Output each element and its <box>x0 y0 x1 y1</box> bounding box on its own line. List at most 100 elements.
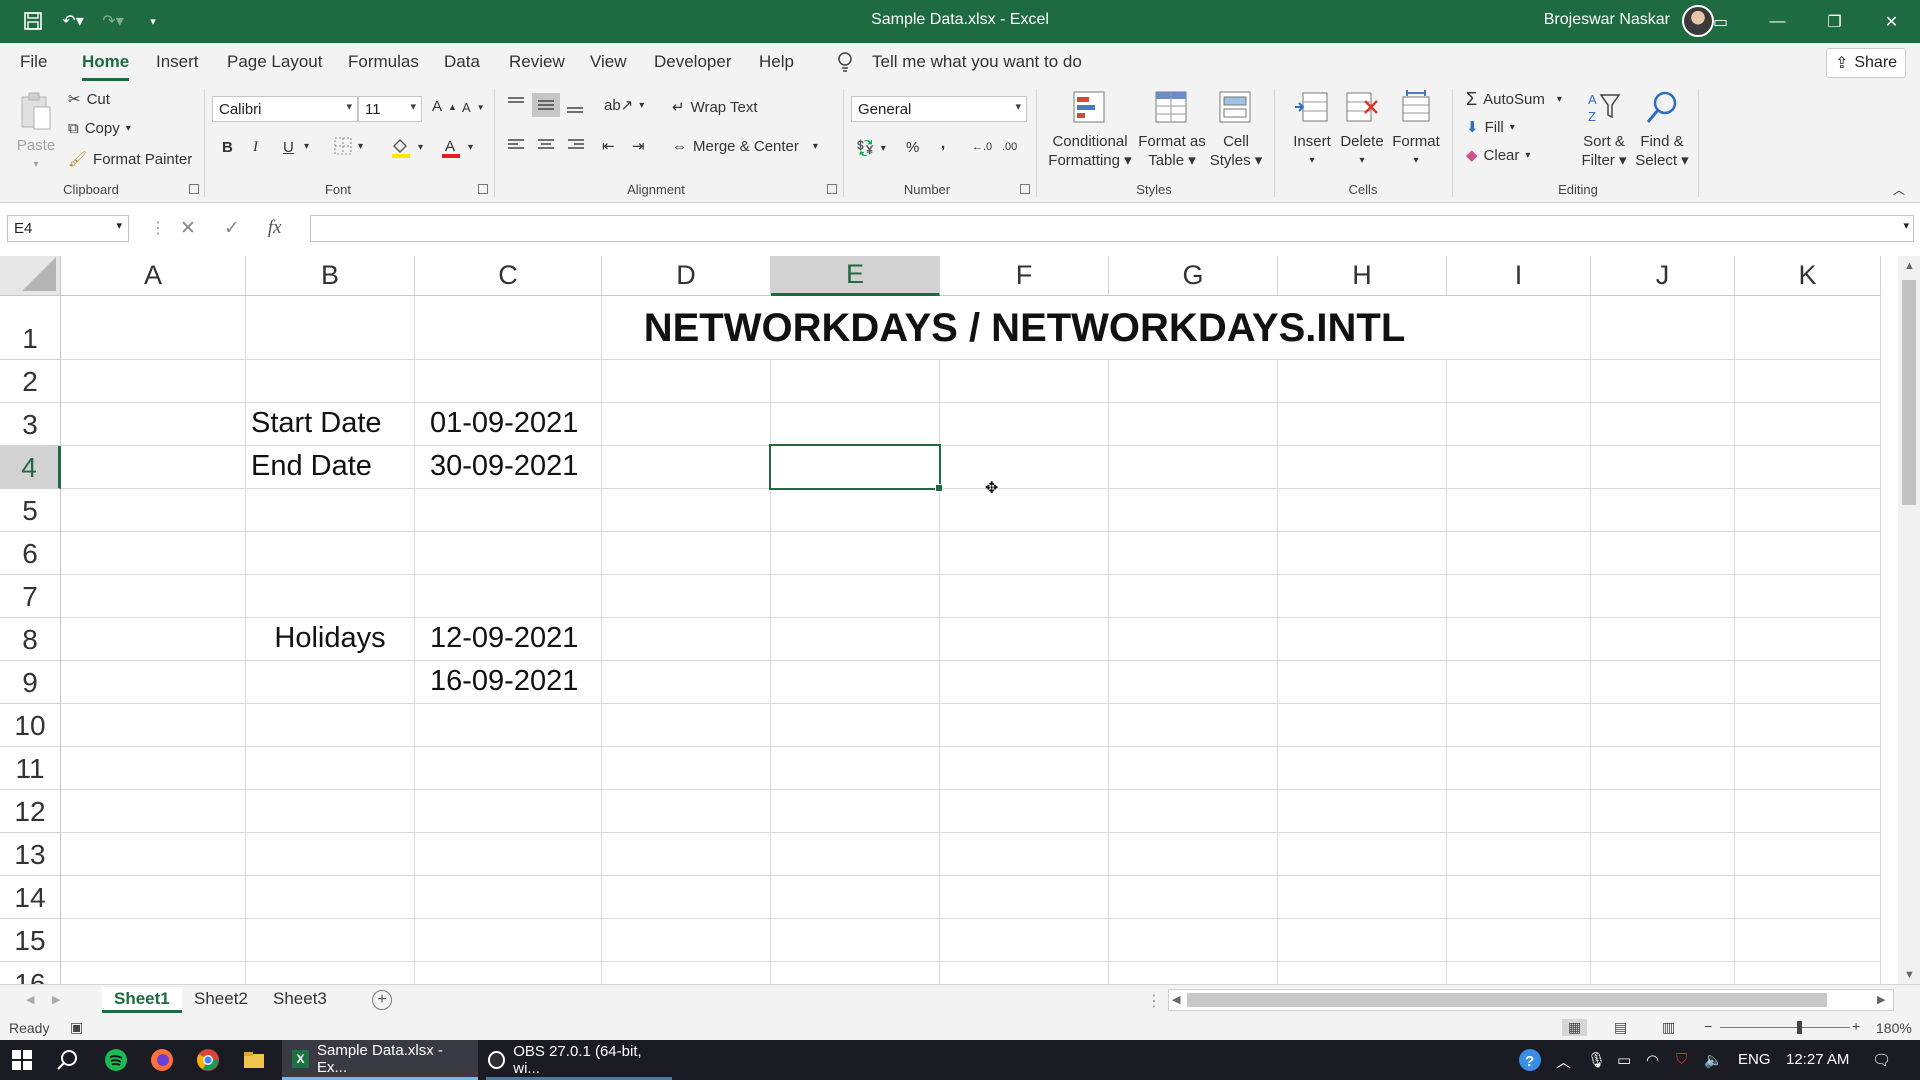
expand-formula-bar-icon[interactable]: ▾ <box>1903 219 1909 232</box>
underline-dropdown-icon[interactable]: ▾ <box>304 141 309 152</box>
tab-help[interactable]: Help <box>759 52 794 72</box>
prev-sheet-icon[interactable]: ◀ <box>26 993 34 1006</box>
restore-icon[interactable]: ❐ <box>1806 0 1863 43</box>
format-as-table-button[interactable]: Format as Table ▾ <box>1134 89 1210 170</box>
language-indicator[interactable]: ENG <box>1738 1051 1771 1068</box>
column-header-h[interactable]: H <box>1278 256 1447 296</box>
formula-input[interactable]: ▾ <box>310 215 1914 242</box>
clipboard-launcher-icon[interactable] <box>189 184 199 194</box>
align-middle-button[interactable] <box>532 93 560 117</box>
tab-formulas[interactable]: Formulas <box>348 52 419 72</box>
orientation-button[interactable]: ab↗ ▾ <box>604 96 644 114</box>
column-header-k[interactable]: K <box>1735 256 1881 296</box>
show-hidden-icons-icon[interactable]: ︿ <box>1556 1051 1571 1072</box>
search-icon[interactable] <box>56 1048 80 1072</box>
wrap-text-button[interactable]: ↵ Wrap Text <box>672 98 758 117</box>
cell-c8[interactable]: 12-09-2021 <box>430 622 578 655</box>
format-cells-button[interactable]: Format ▾ <box>1388 89 1444 170</box>
decrease-decimal-button[interactable]: .00 <box>1002 141 1017 153</box>
row-header-6[interactable]: 6 <box>0 532 61 575</box>
row-header-4[interactable]: 4 <box>0 446 61 489</box>
borders-button[interactable]: ▾ <box>334 137 363 155</box>
collapse-ribbon-icon[interactable]: ︿ <box>1893 181 1905 198</box>
italic-button[interactable]: I <box>253 139 258 156</box>
cell-b4[interactable]: End Date <box>251 450 372 483</box>
shrink-font-button[interactable]: A ▼ <box>462 100 485 115</box>
ribbon-display-icon[interactable]: ▭ <box>1692 0 1749 43</box>
row-header-13[interactable]: 13 <box>0 833 61 876</box>
comma-button[interactable]: , <box>941 135 945 152</box>
insert-cells-button[interactable]: Insert ▾ <box>1282 89 1342 170</box>
scroll-up-icon[interactable]: ▲ <box>1904 260 1915 272</box>
align-center-button[interactable] <box>536 137 556 153</box>
row-header-8[interactable]: 8 <box>0 618 61 661</box>
autosum-button[interactable]: Σ AutoSum ▾ <box>1466 89 1562 110</box>
copy-button[interactable]: ⧉ Copy ▾ <box>68 120 131 137</box>
macro-recorder-icon[interactable]: ▣ <box>70 1019 83 1036</box>
column-header-e[interactable]: E <box>771 256 940 296</box>
row-header-1[interactable]: 1 <box>0 296 61 360</box>
font-name-select[interactable]: Calibri ▾ <box>212 96 358 122</box>
horizontal-scroll-thumb[interactable] <box>1187 993 1827 1007</box>
row-header-5[interactable]: 5 <box>0 489 61 532</box>
active-cell-e4[interactable] <box>769 444 943 492</box>
increase-indent-button[interactable]: ⇥ <box>632 137 645 155</box>
cell-b8[interactable]: Holidays <box>246 622 414 655</box>
find-select-button[interactable]: Find & Select ▾ <box>1634 89 1690 170</box>
tab-page-layout[interactable]: Page Layout <box>227 52 322 72</box>
format-painter-button[interactable]: 🖌 Format Painter <box>68 150 192 169</box>
percent-button[interactable]: % <box>906 139 919 156</box>
font-launcher-icon[interactable] <box>478 184 488 194</box>
delete-cells-button[interactable]: Delete ▾ <box>1336 89 1388 170</box>
column-header-g[interactable]: G <box>1109 256 1278 296</box>
spreadsheet-grid[interactable]: A B C D E F G H I J K 1 2 3 4 5 6 7 8 9 … <box>0 256 1900 984</box>
taskbar-excel-window[interactable]: X Sample Data.xlsx - Ex... <box>282 1040 478 1080</box>
conditional-formatting-button[interactable]: Conditional Formatting ▾ <box>1044 89 1136 170</box>
microphone-icon[interactable]: 🎙 <box>1587 1051 1606 1069</box>
scroll-right-icon[interactable]: ▶ <box>1877 993 1885 1006</box>
file-explorer-icon[interactable] <box>242 1048 266 1072</box>
spotify-icon[interactable] <box>104 1048 128 1072</box>
column-header-d[interactable]: D <box>602 256 771 296</box>
scroll-down-icon[interactable]: ▼ <box>1904 969 1915 981</box>
row-header-9[interactable]: 9 <box>0 661 61 704</box>
add-sheet-icon[interactable]: + <box>372 990 392 1010</box>
row-header-11[interactable]: 11 <box>0 747 61 790</box>
font-size-select[interactable]: 11 ▾ <box>358 96 422 122</box>
column-header-c[interactable]: C <box>415 256 602 296</box>
vertical-scroll-thumb[interactable] <box>1902 280 1916 505</box>
row-header-14[interactable]: 14 <box>0 876 61 919</box>
align-top-button[interactable] <box>506 96 526 112</box>
page-layout-view-icon[interactable]: ▤ <box>1614 1019 1627 1036</box>
row-header-2[interactable]: 2 <box>0 360 61 403</box>
cell-c3[interactable]: 01-09-2021 <box>430 407 578 440</box>
number-format-select[interactable]: General ▾ <box>851 96 1027 122</box>
sort-filter-button[interactable]: AZ Sort & Filter ▾ <box>1574 89 1634 170</box>
cancel-formula-icon[interactable]: ✕ <box>180 217 196 240</box>
insert-function-icon[interactable]: fx <box>268 217 282 240</box>
alignment-launcher-icon[interactable] <box>827 184 837 194</box>
vertical-scrollbar[interactable]: ▲ ▼ <box>1898 256 1920 984</box>
number-launcher-icon[interactable] <box>1020 184 1030 194</box>
merge-center-button[interactable]: ⇔ Merge & Center ▾ <box>672 138 818 155</box>
normal-view-icon[interactable]: ▦ <box>1562 1019 1588 1036</box>
tab-data[interactable]: Data <box>444 52 480 72</box>
zoom-out-icon[interactable]: − <box>1704 1018 1712 1034</box>
firefox-icon[interactable] <box>150 1048 174 1072</box>
user-name[interactable]: Brojeswar Naskar <box>1544 11 1670 29</box>
column-header-j[interactable]: J <box>1591 256 1735 296</box>
accounting-format-button[interactable]: 💱 ▾ <box>856 139 886 157</box>
paste-button[interactable]: Paste ▾ <box>14 91 58 174</box>
antivirus-icon[interactable]: ⛉ <box>1676 1051 1687 1068</box>
column-header-i[interactable]: I <box>1447 256 1591 296</box>
zoom-level[interactable]: 180% <box>1876 1020 1912 1036</box>
bold-button[interactable]: B <box>222 139 233 156</box>
help-icon[interactable]: ? <box>1518 1048 1542 1072</box>
row-header-3[interactable]: 3 <box>0 403 61 446</box>
zoom-slider-thumb[interactable] <box>1797 1021 1802 1034</box>
next-sheet-icon[interactable]: ▶ <box>52 993 60 1006</box>
tell-me-search[interactable]: Tell me what you want to do <box>872 52 1082 72</box>
tab-review[interactable]: Review <box>509 52 565 72</box>
sheet-tab-3[interactable]: Sheet3 <box>261 987 339 1013</box>
close-icon[interactable]: ✕ <box>1863 0 1920 43</box>
